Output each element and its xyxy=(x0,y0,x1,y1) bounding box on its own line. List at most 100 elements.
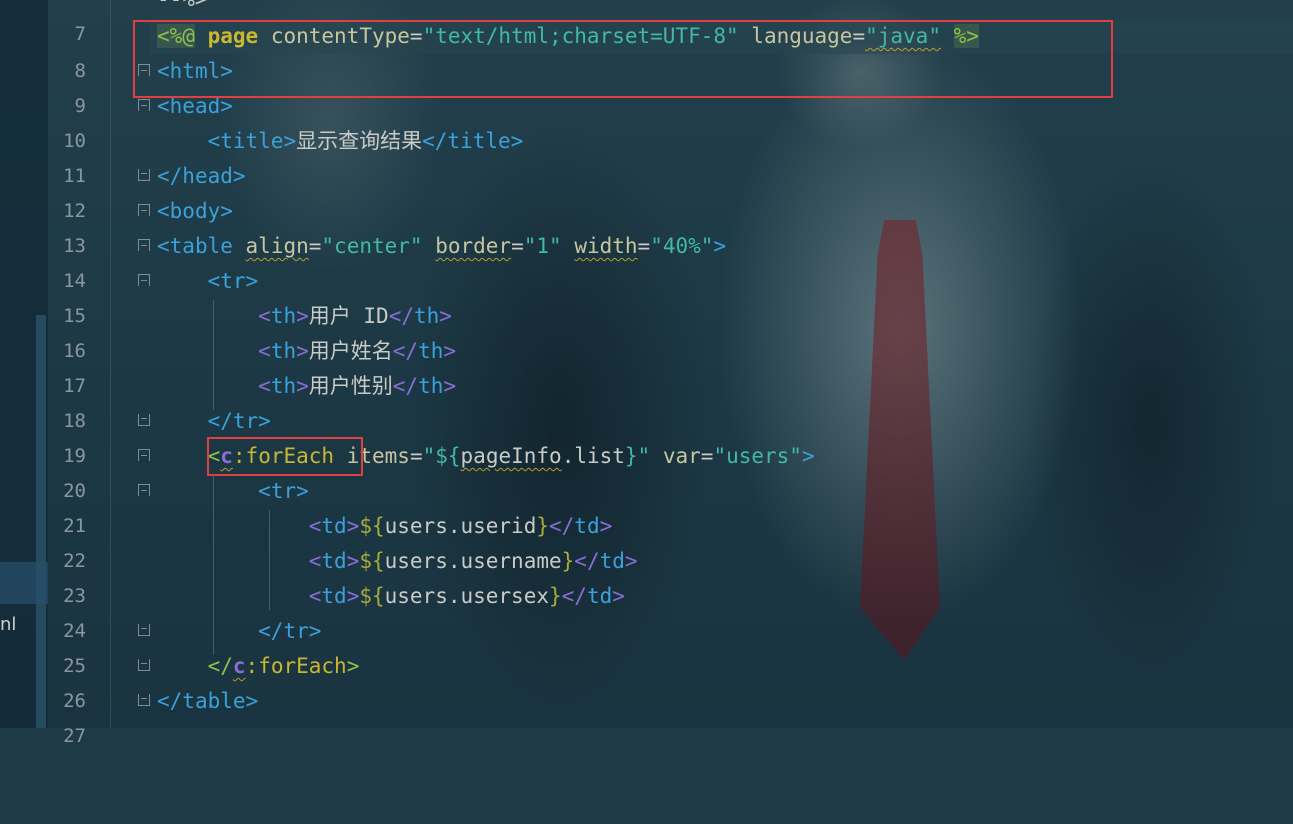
code-line[interactable]: 13 <body> xyxy=(0,194,1293,257)
attr-name: align xyxy=(245,234,309,258)
tag-name: tr xyxy=(283,619,309,643)
line-code[interactable]: <table align="center" border="1" width="… xyxy=(157,229,726,264)
fold-toggle-icon[interactable] xyxy=(138,274,150,286)
code-line[interactable]: 14 <table align="center" border="1" widt… xyxy=(0,229,1293,292)
bracket: </ xyxy=(207,654,233,678)
line-code[interactable]: <td>${users.username}</td> xyxy=(157,544,638,579)
el-expression: users.usersex xyxy=(384,584,549,608)
text-content: 用户性别 xyxy=(308,374,393,398)
bracket: > xyxy=(296,374,309,398)
code-line[interactable]: 25 </tr> xyxy=(0,614,1293,677)
bracket: < xyxy=(258,479,271,503)
bracket: < xyxy=(157,234,170,258)
comment-end[interactable]: --%> xyxy=(157,0,208,17)
fold-toggle-icon[interactable] xyxy=(138,624,150,636)
bracket: < xyxy=(258,339,271,363)
equals: = xyxy=(308,234,322,258)
code-line[interactable]: 7 --%> xyxy=(0,0,1293,45)
tag-name: td xyxy=(321,549,347,573)
fold-toggle-icon[interactable] xyxy=(138,484,150,496)
colon: : xyxy=(245,654,259,678)
attr-value: "1" xyxy=(523,234,562,258)
bracket: > xyxy=(308,619,322,643)
code-line[interactable]: 24 <td>${users.usersex}</td> xyxy=(0,579,1293,642)
text-content: 用户 ID xyxy=(308,304,389,328)
el-expression: users.username xyxy=(384,549,562,573)
annotation-highlight-box xyxy=(133,20,1113,98)
code-line[interactable]: 26 </c:forEach> xyxy=(0,649,1293,712)
tag-name: th xyxy=(270,374,297,398)
bracket: < xyxy=(207,129,221,153)
tag-name: title xyxy=(447,129,511,153)
bracket: > xyxy=(232,164,246,188)
line-code[interactable]: <td>${users.usersex}</td> xyxy=(157,579,625,614)
bracket: > xyxy=(346,549,360,573)
bracket: > xyxy=(801,444,815,468)
bracket: </ xyxy=(574,549,600,573)
tag-prefix: c xyxy=(232,654,246,678)
fold-toggle-icon[interactable] xyxy=(138,204,150,216)
line-code[interactable]: </table> xyxy=(157,684,258,719)
equals: = xyxy=(637,234,651,258)
tag-name: td xyxy=(599,549,625,573)
line-code[interactable]: <tr> xyxy=(157,264,259,299)
bracket: </ xyxy=(157,689,183,713)
el-close: } xyxy=(549,584,562,608)
el-expression: users.userid xyxy=(384,514,537,538)
code-line[interactable]: 18 <th>用户性别</th> xyxy=(0,369,1293,432)
bracket: </ xyxy=(157,164,183,188)
line-code[interactable]: <body> xyxy=(157,194,233,229)
line-code[interactable]: </tr> xyxy=(157,404,271,439)
bracket: </ xyxy=(392,339,419,363)
code-line[interactable]: 23 <td>${users.username}</td> xyxy=(0,544,1293,607)
line-code[interactable]: <th>用户 ID</th> xyxy=(157,299,452,334)
line-code[interactable]: </head> xyxy=(157,159,246,194)
line-code[interactable]: </c:forEach> xyxy=(157,649,360,684)
code-line[interactable]: 15 <tr> xyxy=(0,264,1293,327)
fold-toggle-icon[interactable] xyxy=(138,99,150,111)
line-code[interactable]: <th>用户性别</th> xyxy=(157,369,456,404)
fold-toggle-icon[interactable] xyxy=(138,449,150,461)
line-code[interactable]: <title>显示查询结果</title> xyxy=(157,124,524,159)
fold-toggle-icon[interactable] xyxy=(138,169,150,181)
code-line[interactable]: 27 </table> xyxy=(0,684,1293,747)
bracket: > xyxy=(296,339,309,363)
bracket: < xyxy=(308,584,322,608)
code-line[interactable]: 21 <tr> xyxy=(0,474,1293,537)
fold-toggle-icon[interactable] xyxy=(138,414,150,426)
fold-toggle-icon[interactable] xyxy=(138,659,150,671)
code-line[interactable]: 11 <title>显示查询结果</title> xyxy=(0,124,1293,187)
tag-name: head xyxy=(182,164,233,188)
tag-name: th xyxy=(270,304,297,328)
bracket: < xyxy=(308,549,322,573)
line-code[interactable]: <tr> xyxy=(157,474,309,509)
bracket: </ xyxy=(258,619,284,643)
bracket: > xyxy=(245,689,259,713)
fold-toggle-icon[interactable] xyxy=(138,239,150,251)
bracket: < xyxy=(258,304,271,328)
bracket: < xyxy=(258,374,271,398)
tag-name: tr xyxy=(270,479,297,503)
el-property: .list xyxy=(561,444,625,468)
code-line[interactable]: 12 </head> xyxy=(0,159,1293,222)
code-line[interactable]: 20 <c:forEach items="${pageInfo.list}" v… xyxy=(0,439,1293,502)
bracket: > xyxy=(439,304,452,328)
tag-name: table xyxy=(169,234,233,258)
line-code[interactable]: <td>${users.userid}</td> xyxy=(157,509,613,544)
tag-name: forEach xyxy=(258,654,347,678)
code-line[interactable]: 22 <td>${users.userid}</td> xyxy=(0,509,1293,572)
bracket: </ xyxy=(388,304,414,328)
tag-name: th xyxy=(418,339,444,363)
el-open: ${ xyxy=(359,514,385,538)
code-line[interactable]: 19 </tr> xyxy=(0,404,1293,467)
line-code[interactable]: </tr> xyxy=(157,614,321,649)
bracket: > xyxy=(599,514,613,538)
code-line[interactable]: 17 <th>用户姓名</th> xyxy=(0,334,1293,397)
line-code[interactable]: <th>用户姓名</th> xyxy=(157,334,456,369)
attr-value: "40%" xyxy=(650,234,714,258)
code-line[interactable]: 16 <th>用户 ID</th> xyxy=(0,299,1293,362)
attr-name: border xyxy=(435,234,512,258)
fold-toggle-icon[interactable] xyxy=(138,694,150,706)
